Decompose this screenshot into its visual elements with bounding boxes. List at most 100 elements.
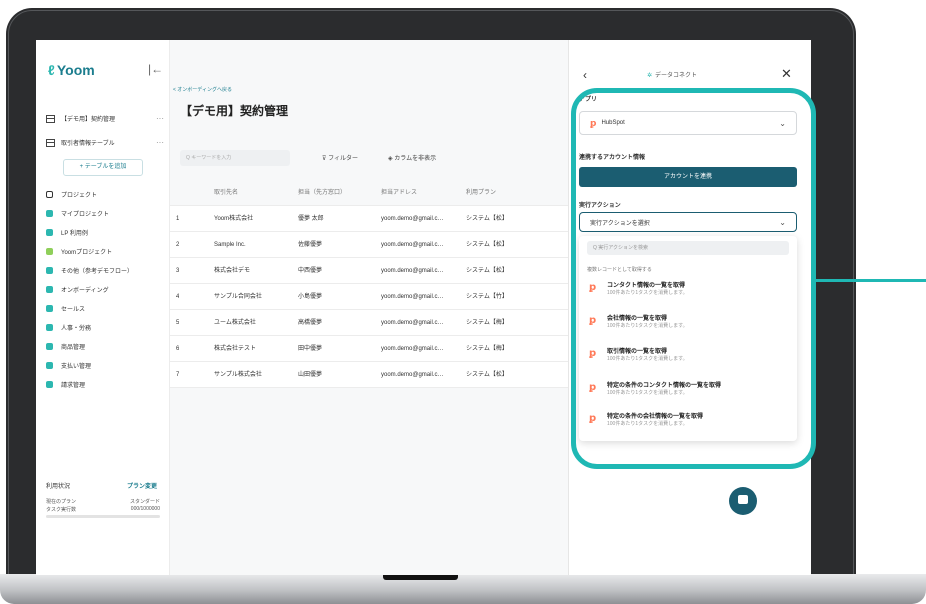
more-icon[interactable]: ··· [156,114,164,123]
sidebar-item-project[interactable]: プロジェクト [46,190,97,199]
more-icon[interactable]: ··· [156,138,164,147]
usage-progress-bar [46,515,160,518]
folder-icon [46,191,53,198]
yoom-logo[interactable]: ℓ Yoom [48,62,95,78]
cell-plan: システム【梅】 [466,320,508,326]
sidebar-item-lp[interactable]: LP 利用例 [46,228,88,237]
table-row[interactable]: 5 ユーム株式会社 高橋優夢 yoom.demo@gmail.c… システム【梅… [170,310,568,336]
action-select[interactable]: 実行アクションを選択 ⌄ [579,212,797,232]
hubspot-icon: ꝑ [589,382,597,393]
dropdown-heading: 複数レコードとして取得する [587,267,652,273]
project-icon [46,362,53,369]
plan-change-link[interactable]: プラン変更 [127,481,157,490]
cell-company: Sample Inc. [214,242,246,248]
cell-email: yoom.demo@gmail.c… [381,268,444,274]
project-icon [46,210,53,217]
row-number: 6 [176,346,180,352]
data-connect-panel: ‹ ✲ データコネクト ✕ アプリ ꝑ HubSpot ⌄ 連携するアカウント情報… [568,40,811,575]
cell-plan: システム【松】 [466,268,508,274]
row-number: 3 [176,268,180,274]
project-icon [46,324,53,331]
usage-row: 現在のプラン スタンダード [46,499,160,505]
sidebar-item-onboarding[interactable]: オンボーディング [46,285,109,294]
sidebar-table-contract[interactable]: 【デモ用】契約管理 ··· [46,114,164,123]
cell-contact: 田中優夢 [298,346,323,352]
cell-company: Yoom株式会社 [214,216,254,222]
action-option[interactable]: ꝑ 取引情報の一覧を取得 100件あたり1タスクを消費します。 [587,346,787,370]
main-content: < オンボーディングへ戻る 【デモ用】契約管理 Q キーワードを入力 ⊽ フィル… [170,40,568,575]
column-header[interactable]: 取引先名 [214,180,238,206]
keyword-search-input[interactable]: Q キーワードを入力 [180,150,290,166]
sidebar-item-yoom-project[interactable]: Yoomプロジェクト [46,247,112,256]
project-icon [46,343,53,350]
chat-support-button[interactable] [729,487,757,515]
hubspot-icon: ꝑ [589,315,597,326]
cell-company: サンプル合同会社 [214,294,262,300]
sidebar-item-sales[interactable]: セールス [46,304,85,313]
action-option[interactable]: ꝑ コンタクト情報の一覧を取得 100件あたり1タスクを消費します。 [587,280,787,304]
row-number: 1 [176,216,180,222]
table-icon [46,114,55,123]
cell-company: サンプル株式会社 [214,372,262,378]
cell-company: 株式会社デモ [214,268,251,274]
cell-contact: 佐藤優夢 [298,242,323,248]
cell-plan: システム【竹】 [466,294,508,300]
collapse-sidebar-icon[interactable]: |← [148,62,163,76]
column-header[interactable]: 利用プラン [466,180,496,206]
cell-email: yoom.demo@gmail.c… [381,320,444,326]
project-icon [46,305,53,312]
cell-email: yoom.demo@gmail.c… [381,216,444,222]
cell-plan: システム【梅】 [466,346,508,352]
project-icon [46,267,53,274]
column-header[interactable]: 担当（先方窓口） [298,180,346,206]
panel-title: ✲ データコネクト [647,73,698,79]
highlight-connector-line [816,279,926,282]
table-icon [46,138,55,147]
column-header[interactable]: 担当アドレス [381,180,417,206]
row-number: 7 [176,372,180,378]
cell-email: yoom.demo@gmail.c… [381,346,444,352]
table-header: 取引先名 担当（先方窓口） 担当アドレス 利用プラン [170,180,568,206]
back-to-onboarding-link[interactable]: < オンボーディングへ戻る [173,86,232,93]
action-option[interactable]: ꝑ 会社情報の一覧を取得 100件あたり1タスクを消費します。 [587,313,787,337]
usage-row: タスク実行数 000/1000000 [46,506,160,513]
table-row[interactable]: 7 サンプル株式会社 山田優夢 yoom.demo@gmail.c… システム【… [170,362,568,388]
cell-contact: 小島優夢 [298,294,323,300]
add-table-button[interactable]: + テーブルを追加 [63,159,143,176]
action-search-input[interactable]: Q 実行アクションを検索 [587,241,789,255]
sidebar-table-clients[interactable]: 取引者情報テーブル ··· [46,138,164,147]
close-icon[interactable]: ✕ [781,66,792,82]
table-row[interactable]: 6 株式会社テスト 田中優夢 yoom.demo@gmail.c… システム【梅… [170,336,568,362]
sidebar-item-payments[interactable]: 支払い管理 [46,361,91,370]
sidebar-item-billing[interactable]: 請求管理 [46,380,85,389]
laptop-base [0,574,926,604]
action-option[interactable]: ꝑ 特定の条件の会社情報の一覧を取得 100件あたり1タスクを消費します。 [587,411,787,435]
sidebar: ℓ Yoom |← 【デモ用】契約管理 ··· 取引者情報テーブル ··· + テ… [36,40,170,575]
row-number: 2 [176,242,180,248]
table-row[interactable]: 2 Sample Inc. 佐藤優夢 yoom.demo@gmail.c… シス… [170,232,568,258]
app-select[interactable]: ꝑ HubSpot ⌄ [579,111,797,135]
cell-plan: システム【松】 [466,372,508,378]
sidebar-table-label: 【デモ用】契約管理 [61,117,116,123]
app-label: アプリ [579,97,598,103]
sidebar-item-my-project[interactable]: マイプロジェクト [46,209,109,218]
cell-contact: 高橋優夢 [298,320,323,326]
sidebar-table-label: 取引者情報テーブル [61,141,115,147]
sidebar-item-other[interactable]: その他（参考デモフロー） [46,266,133,275]
table-row[interactable]: 1 Yoom株式会社 優夢 太郎 yoom.demo@gmail.c… システム… [170,206,568,232]
hubspot-icon: ꝑ [589,348,597,359]
hide-columns-button[interactable]: ◈ カラムを非表示 [388,153,436,162]
action-option[interactable]: ꝑ 特定の条件のコンタクト情報の一覧を取得 100件あたり1タスクを消費します。 [587,380,787,404]
usage-title: 利用状況 [46,484,71,490]
table-row[interactable]: 3 株式会社デモ 中西優夢 yoom.demo@gmail.c… システム【松】 [170,258,568,284]
action-label: 実行アクション [579,203,621,209]
action-dropdown: Q 実行アクションを検索 複数レコードとして取得する ꝑ コンタクト情報の一覧を… [579,236,797,441]
cell-company: 株式会社テスト [214,346,257,352]
chevron-down-icon: ⌄ [779,217,786,227]
filter-button[interactable]: ⊽ フィルター [322,153,358,162]
connect-account-button[interactable]: アカウントを連携 [579,167,797,187]
back-chevron-icon[interactable]: ‹ [583,68,587,82]
sidebar-item-products[interactable]: 商品管理 [46,342,85,351]
table-row[interactable]: 4 サンプル合同会社 小島優夢 yoom.demo@gmail.c… システム【… [170,284,568,310]
sidebar-item-hr[interactable]: 人事・労務 [46,323,91,332]
